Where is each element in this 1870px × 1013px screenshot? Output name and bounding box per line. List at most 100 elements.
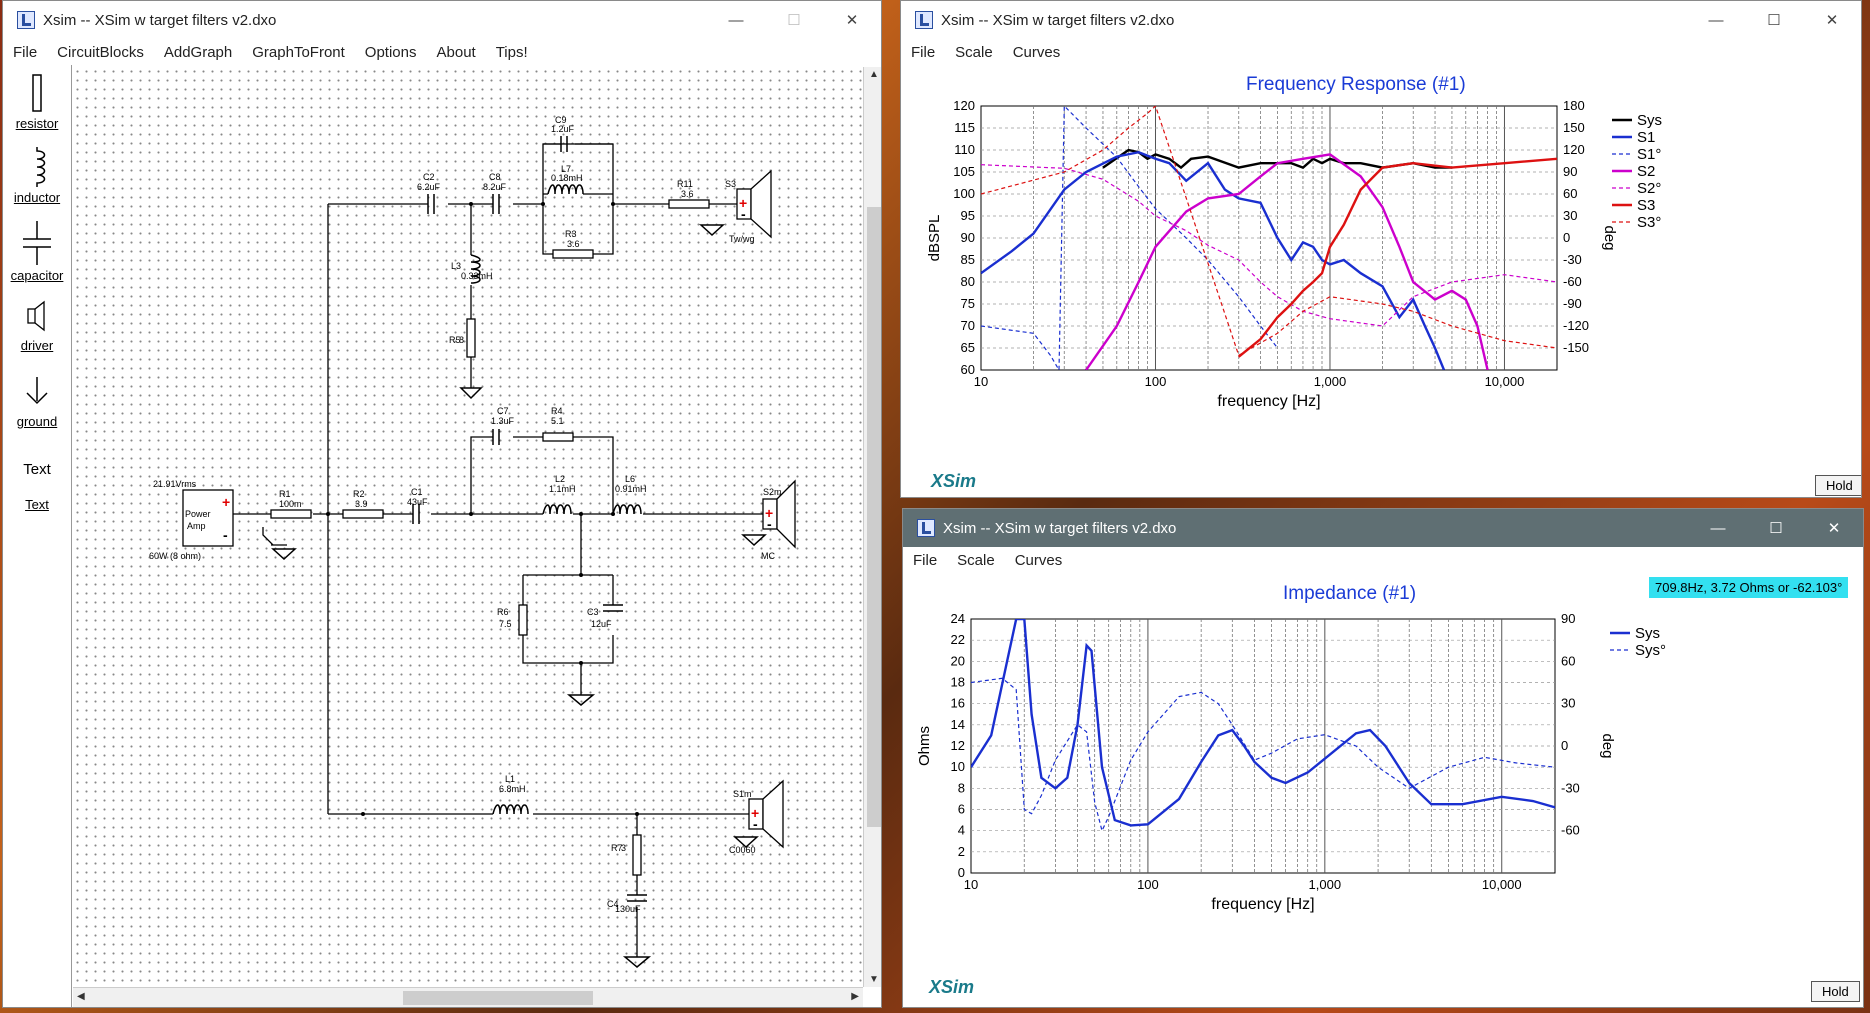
- palette-label: inductor: [13, 190, 61, 205]
- menu-graphtofront[interactable]: GraphToFront: [242, 44, 355, 61]
- close-button[interactable]: ✕: [823, 1, 881, 39]
- x-tick-label: 100: [1145, 374, 1167, 389]
- menu-curves[interactable]: Curves: [1003, 44, 1071, 61]
- legend-label: Sys: [1635, 625, 1660, 642]
- c8-label: C8: [489, 172, 501, 182]
- menu-about[interactable]: About: [427, 44, 486, 61]
- y2-tick-label: 90: [1563, 164, 1577, 179]
- y-tick-label: 120: [953, 98, 975, 113]
- s1-label: S1m: [733, 789, 752, 799]
- close-button[interactable]: ✕: [1805, 509, 1863, 547]
- s3-label: S3: [725, 179, 736, 189]
- s2-label: S2m: [763, 487, 782, 497]
- y-tick-label: 8: [958, 780, 965, 795]
- window-title: Xsim -- XSim w target filters v2.dxo: [43, 11, 277, 29]
- x-tick-label: 100: [1137, 877, 1159, 892]
- imp-titlebar[interactable]: Xsim -- XSim w target filters v2.dxo — ☐…: [903, 509, 1863, 547]
- menu-file[interactable]: File: [901, 44, 945, 61]
- palette-capacitor[interactable]: capacitor: [3, 221, 71, 283]
- scroll-thumb[interactable]: [403, 991, 593, 1005]
- scroll-thumb[interactable]: [867, 207, 881, 827]
- horizontal-scrollbar[interactable]: ◀ ▶: [73, 987, 863, 1007]
- r2-value: 3.9: [355, 499, 368, 509]
- minimize-button[interactable]: —: [1689, 509, 1747, 547]
- scroll-right-icon[interactable]: ▶: [851, 991, 859, 1002]
- source-label: Amp: [187, 521, 206, 531]
- maximize-button[interactable]: ☐: [1745, 1, 1803, 39]
- r1-value: 100m: [279, 499, 302, 509]
- app-icon: [917, 519, 935, 537]
- maximize-button[interactable]: ☐: [765, 1, 823, 39]
- scroll-down-icon[interactable]: ▼: [869, 974, 879, 985]
- menu-file[interactable]: File: [3, 44, 47, 61]
- c2-value: 6.2uF: [417, 182, 441, 192]
- menu-circuitblocks[interactable]: CircuitBlocks: [47, 44, 154, 61]
- r4-label: R4: [551, 406, 563, 416]
- menu-options[interactable]: Options: [355, 44, 427, 61]
- legend-label: S3: [1637, 197, 1655, 214]
- c4-value: 130uF: [615, 904, 641, 914]
- l7-value: 0.18mH: [551, 173, 583, 183]
- freq-titlebar[interactable]: Xsim -- XSim w target filters v2.dxo — ☐…: [901, 1, 1861, 39]
- palette-text-sample[interactable]: Text: [3, 461, 71, 478]
- y2-tick-label: -60: [1561, 823, 1580, 838]
- y-tick-label: 24: [951, 611, 965, 626]
- schematic-titlebar[interactable]: Xsim -- XSim w target filters v2.dxo — ☐…: [3, 1, 881, 39]
- scroll-left-icon[interactable]: ◀: [77, 991, 85, 1002]
- minimize-button[interactable]: —: [707, 1, 765, 39]
- palette-inductor[interactable]: inductor: [3, 147, 71, 205]
- menu-tips[interactable]: Tips!: [486, 44, 538, 61]
- palette-resistor[interactable]: resistor: [3, 73, 71, 131]
- l1-label: L1: [505, 774, 515, 784]
- minimize-button[interactable]: —: [1687, 1, 1745, 39]
- y-tick-label: 10: [951, 759, 965, 774]
- y2-tick-label: 90: [1561, 611, 1575, 626]
- app-icon: [17, 11, 35, 29]
- hold-button[interactable]: Hold: [1811, 981, 1860, 1002]
- s3-value: Tw/wg: [729, 234, 755, 244]
- y2-axis-label: deg: [1599, 733, 1616, 758]
- y2-tick-label: 180: [1563, 98, 1585, 113]
- legend-label: Sys: [1637, 112, 1662, 129]
- ground-icon: [26, 377, 48, 405]
- svg-text:-: -: [767, 516, 772, 532]
- r3-value: 3.6: [567, 239, 580, 249]
- palette-label: capacitor: [10, 268, 64, 283]
- schematic-menubar: File CircuitBlocks AddGraph GraphToFront…: [3, 39, 881, 65]
- hold-button[interactable]: Hold: [1815, 475, 1861, 496]
- palette-driver[interactable]: driver: [3, 299, 71, 353]
- palette-text[interactable]: Text: [3, 497, 71, 512]
- vertical-scrollbar[interactable]: ▲ ▼: [863, 67, 881, 987]
- window-title: Xsim -- XSim w target filters v2.dxo: [943, 519, 1177, 537]
- text-sample: Text: [23, 461, 51, 478]
- schematic-canvas[interactable]: + + + + --- - 21.91Vrms Power Amp 60W (8 o…: [73, 67, 863, 987]
- r3-label: R3: [565, 229, 577, 239]
- menu-file[interactable]: File: [903, 552, 947, 569]
- x-tick-label: 10: [964, 877, 978, 892]
- legend-label: S2: [1637, 163, 1655, 180]
- legend-label: Sys°: [1635, 642, 1666, 659]
- y-tick-label: 115: [954, 120, 975, 135]
- menu-scale[interactable]: Scale: [947, 552, 1005, 569]
- frequency-response-chart[interactable]: 6065707580859095100105110115120-150-120-…: [901, 79, 1862, 498]
- plot-area: [970, 618, 1556, 874]
- scroll-up-icon[interactable]: ▲: [869, 69, 879, 80]
- c3-value: 12uF: [591, 619, 612, 629]
- impedance-chart[interactable]: 024681012141618202224-60-30030609010 100 1…: [903, 589, 1864, 1008]
- palette-ground[interactable]: ground: [3, 375, 71, 429]
- menu-curves[interactable]: Curves: [1005, 552, 1073, 569]
- y-tick-label: 85: [961, 252, 975, 267]
- x-tick-label: 10,000: [1482, 877, 1522, 892]
- imp-menubar: File Scale Curves: [903, 547, 1863, 573]
- capacitor-icon: [23, 221, 51, 265]
- menu-scale[interactable]: Scale: [945, 44, 1003, 61]
- speaker-icon: [27, 300, 45, 332]
- r4-value: 5.1: [551, 416, 564, 426]
- maximize-button[interactable]: ☐: [1747, 509, 1805, 547]
- y-tick-label: 105: [953, 164, 975, 179]
- y2-axis-label: deg: [1601, 225, 1618, 250]
- close-button[interactable]: ✕: [1803, 1, 1861, 39]
- menu-addgraph[interactable]: AddGraph: [154, 44, 242, 61]
- l3-label: L3: [451, 261, 461, 271]
- y-axis-label: dBSPL: [926, 215, 943, 262]
